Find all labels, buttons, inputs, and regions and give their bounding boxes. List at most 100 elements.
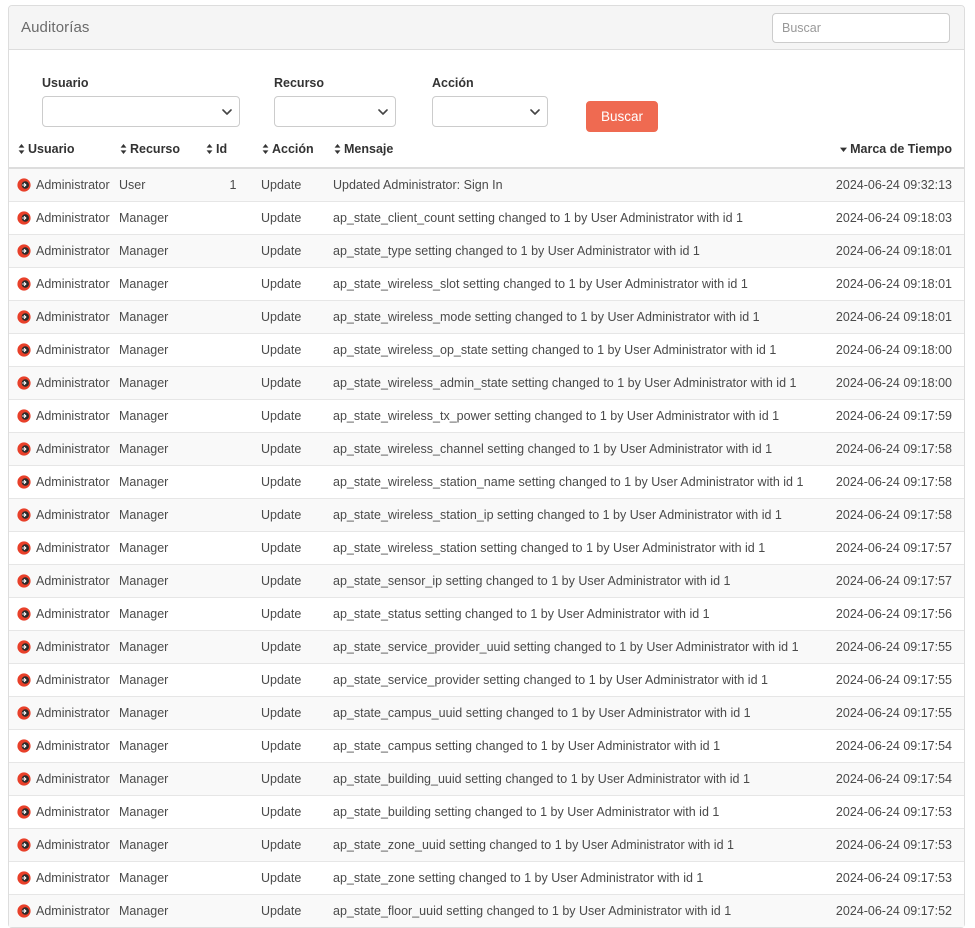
table-row[interactable]: Administrator Manager Update ap_state_wirel… bbox=[9, 498, 964, 532]
table-row[interactable]: Administrator User 1 Update Updated Administ… bbox=[9, 167, 964, 202]
user-circle-arrow-icon bbox=[17, 772, 31, 786]
cell-usuario: Administrator bbox=[9, 828, 119, 862]
table-row[interactable]: Administrator Manager Update ap_state_statu… bbox=[9, 597, 964, 631]
cell-usuario: Administrator bbox=[9, 663, 119, 697]
sort-both-icon bbox=[17, 143, 26, 155]
table-row[interactable]: Administrator Manager Update ap_state_wirel… bbox=[9, 267, 964, 301]
sort-desc-icon bbox=[839, 143, 848, 155]
cell-usuario: Administrator bbox=[9, 366, 119, 400]
cell-recurso: Manager bbox=[119, 696, 205, 730]
search-submit-button[interactable]: Buscar bbox=[586, 101, 659, 132]
user-circle-arrow-icon bbox=[17, 178, 31, 192]
cell-marca-de-tiempo: 2024-06-24 09:18:01 bbox=[833, 234, 964, 268]
table-row[interactable]: Administrator Manager Update ap_state_wirel… bbox=[9, 432, 964, 466]
cell-usuario-text: Administrator bbox=[36, 178, 110, 192]
cell-id bbox=[205, 663, 261, 697]
user-circle-arrow-icon bbox=[17, 442, 31, 456]
cell-mensaje: ap_state_wireless_op_state setting chang… bbox=[333, 333, 833, 367]
cell-mensaje: ap_state_wireless_admin_state setting ch… bbox=[333, 366, 833, 400]
cell-marca-de-tiempo: 2024-06-24 09:17:55 bbox=[833, 663, 964, 697]
cell-usuario: Administrator bbox=[9, 696, 119, 730]
cell-marca-de-tiempo: 2024-06-24 09:17:54 bbox=[833, 729, 964, 763]
cell-usuario: Administrator bbox=[9, 564, 119, 598]
table-row[interactable]: Administrator Manager Update ap_state_zone … bbox=[9, 861, 964, 895]
cell-usuario: Administrator bbox=[9, 729, 119, 763]
user-circle-arrow-icon bbox=[17, 904, 31, 918]
column-header-id[interactable]: Id bbox=[205, 142, 261, 169]
cell-id: 1 bbox=[205, 167, 261, 202]
filter-label-recurso: Recurso bbox=[274, 76, 325, 90]
column-header-label: Id bbox=[216, 142, 228, 156]
cell-marca-de-tiempo: 2024-06-24 09:18:00 bbox=[833, 333, 964, 367]
cell-marca-de-tiempo: 2024-06-24 09:17:53 bbox=[833, 795, 964, 829]
table-row[interactable]: Administrator Manager Update ap_state_campu… bbox=[9, 696, 964, 730]
table-row[interactable]: Administrator Manager Update ap_state_servi… bbox=[9, 663, 964, 697]
column-header-recurso[interactable]: Recurso bbox=[119, 142, 205, 169]
table-row[interactable]: Administrator Manager Update ap_state_clien… bbox=[9, 201, 964, 235]
user-circle-arrow-icon bbox=[17, 640, 31, 654]
user-circle-arrow-icon bbox=[17, 739, 31, 753]
column-header-marca-de-tiempo[interactable]: Marca de Tiempo bbox=[833, 142, 964, 169]
cell-mensaje: ap_state_building setting changed to 1 b… bbox=[333, 795, 833, 829]
cell-accion: Update bbox=[261, 432, 333, 466]
search-input[interactable] bbox=[772, 13, 950, 43]
table-row[interactable]: Administrator Manager Update ap_state_servi… bbox=[9, 630, 964, 664]
cell-mensaje: ap_state_status setting changed to 1 by … bbox=[333, 597, 833, 631]
filter-select-recurso[interactable] bbox=[274, 96, 396, 127]
cell-usuario: Administrator bbox=[9, 465, 119, 499]
cell-accion: Update bbox=[261, 366, 333, 400]
user-circle-arrow-icon bbox=[17, 706, 31, 720]
cell-recurso: Manager bbox=[119, 432, 205, 466]
cell-id bbox=[205, 498, 261, 532]
column-header-accion[interactable]: Acción bbox=[261, 142, 333, 169]
table-row[interactable]: Administrator Manager Update ap_state_campu… bbox=[9, 729, 964, 763]
cell-accion: Update bbox=[261, 531, 333, 565]
user-circle-arrow-icon bbox=[17, 805, 31, 819]
cell-usuario-text: Administrator bbox=[36, 673, 110, 687]
user-circle-arrow-icon bbox=[17, 409, 31, 423]
cell-recurso: Manager bbox=[119, 597, 205, 631]
cell-accion: Update bbox=[261, 828, 333, 862]
sort-both-icon bbox=[119, 143, 128, 155]
cell-usuario-text: Administrator bbox=[36, 706, 110, 720]
table-row[interactable]: Administrator Manager Update ap_state_wirel… bbox=[9, 465, 964, 499]
filter-select-accion[interactable] bbox=[432, 96, 548, 127]
cell-accion: Update bbox=[261, 201, 333, 235]
cell-recurso: Manager bbox=[119, 663, 205, 697]
table-row[interactable]: Administrator Manager Update ap_state_wirel… bbox=[9, 531, 964, 565]
page-title: Auditorías bbox=[21, 19, 90, 36]
column-header-mensaje[interactable]: Mensaje bbox=[333, 142, 833, 169]
table-row[interactable]: Administrator Manager Update ap_state_wirel… bbox=[9, 333, 964, 367]
table-row[interactable]: Administrator Manager Update ap_state_build… bbox=[9, 795, 964, 829]
column-header-usuario[interactable]: Usuario bbox=[9, 142, 119, 169]
table-row[interactable]: Administrator Manager Update ap_state_senso… bbox=[9, 564, 964, 598]
cell-usuario-text: Administrator bbox=[36, 211, 110, 225]
table-row[interactable]: Administrator Manager Update ap_state_wirel… bbox=[9, 366, 964, 400]
table-row[interactable]: Administrator Manager Update ap_state_wirel… bbox=[9, 300, 964, 334]
cell-recurso: User bbox=[119, 167, 205, 202]
cell-usuario-text: Administrator bbox=[36, 508, 110, 522]
cell-marca-de-tiempo: 2024-06-24 09:17:55 bbox=[833, 630, 964, 664]
cell-usuario-text: Administrator bbox=[36, 838, 110, 852]
cell-usuario-text: Administrator bbox=[36, 904, 110, 918]
cell-marca-de-tiempo: 2024-06-24 09:17:59 bbox=[833, 399, 964, 433]
cell-accion: Update bbox=[261, 267, 333, 301]
cell-mensaje: ap_state_client_count setting changed to… bbox=[333, 201, 833, 235]
table-row[interactable]: Administrator Manager Update ap_state_build… bbox=[9, 762, 964, 796]
cell-marca-de-tiempo: 2024-06-24 09:17:55 bbox=[833, 696, 964, 730]
cell-mensaje: ap_state_zone_uuid setting changed to 1 … bbox=[333, 828, 833, 862]
cell-id bbox=[205, 729, 261, 763]
cell-marca-de-tiempo: 2024-06-24 09:17:56 bbox=[833, 597, 964, 631]
filter-select-usuario[interactable] bbox=[42, 96, 240, 127]
table-row[interactable]: Administrator Manager Update ap_state_wirel… bbox=[9, 399, 964, 433]
table-row[interactable]: Administrator Manager Update ap_state_floor… bbox=[9, 894, 964, 927]
cell-id bbox=[205, 696, 261, 730]
table-row[interactable]: Administrator Manager Update ap_state_zone_… bbox=[9, 828, 964, 862]
filter-group-usuario: Usuario bbox=[42, 76, 240, 127]
cell-marca-de-tiempo: 2024-06-24 09:32:13 bbox=[833, 167, 964, 202]
table-row[interactable]: Administrator Manager Update ap_state_type … bbox=[9, 234, 964, 268]
cell-usuario-text: Administrator bbox=[36, 409, 110, 423]
cell-usuario-text: Administrator bbox=[36, 277, 110, 291]
cell-marca-de-tiempo: 2024-06-24 09:18:00 bbox=[833, 366, 964, 400]
cell-id bbox=[205, 432, 261, 466]
